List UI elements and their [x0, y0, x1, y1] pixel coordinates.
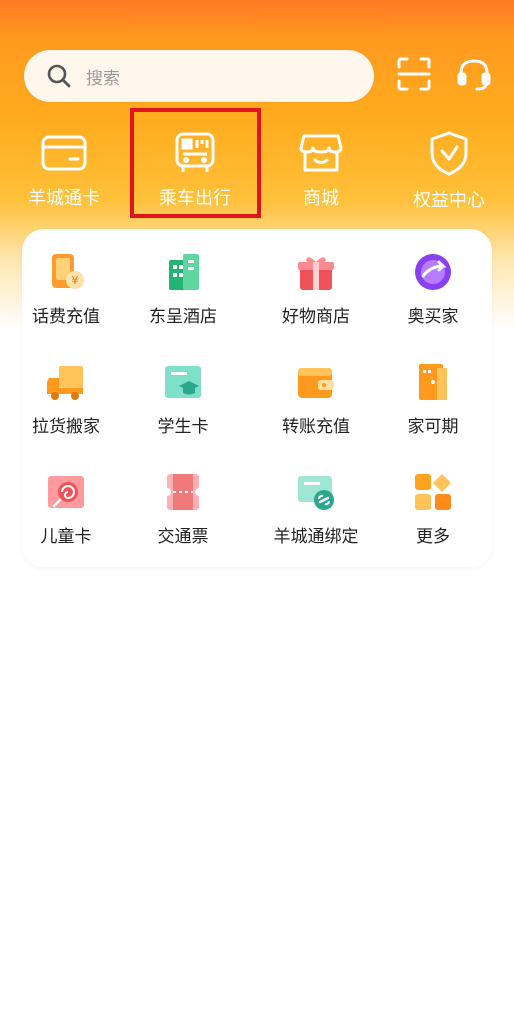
service-label: 转账充值 [282, 417, 350, 437]
service-freight-moving[interactable]: 拉货搬家 [6, 360, 126, 437]
service-label: 学生卡 [157, 417, 209, 437]
quick-nav-yangchengtong-card[interactable]: 羊城通卡 [9, 128, 119, 210]
service-good-store[interactable]: 好物商店 [256, 250, 376, 327]
quick-nav-label: 羊城通卡 [28, 188, 100, 209]
service-aomaijia[interactable]: 奥买家 [373, 250, 493, 327]
quick-nav-label: 权益中心 [413, 190, 485, 211]
highlight-annotation-box [130, 108, 261, 218]
service-more[interactable]: 更多 [373, 470, 493, 547]
service-student-card[interactable]: 学生卡 [123, 360, 243, 437]
service-transit-ticket[interactable]: 交通票 [123, 470, 243, 547]
hotel-icon [161, 250, 205, 294]
service-label: 奥买家 [407, 307, 459, 327]
quick-nav-rights-center[interactable]: 权益中心 [394, 128, 504, 212]
scan-icon[interactable] [392, 52, 436, 96]
service-label: 儿童卡 [40, 527, 92, 547]
service-dongcheng-hotel[interactable]: 东呈酒店 [123, 250, 243, 327]
door-icon [411, 360, 455, 404]
svg-text:¥: ¥ [72, 274, 79, 287]
service-yangchengtong-binding[interactable]: 羊城通绑定 [256, 470, 376, 547]
search-input[interactable]: 搜索 [24, 50, 374, 102]
truck-icon [44, 360, 88, 404]
service-label: 交通票 [157, 527, 209, 547]
lollipop-icon [44, 470, 88, 514]
phone-recharge-icon: ¥ [44, 250, 88, 294]
service-jiakeqi[interactable]: 家可期 [373, 360, 493, 437]
gift-icon [294, 250, 338, 294]
search-icon [47, 64, 71, 88]
quick-nav-label: 商城 [303, 188, 339, 209]
more-grid-icon [411, 470, 455, 514]
shield-check-icon [424, 128, 474, 178]
service-label: 羊城通绑定 [273, 527, 359, 547]
quick-nav-mall[interactable]: 商城 [266, 128, 376, 210]
service-phone-recharge[interactable]: ¥ 话费充值 [6, 250, 126, 327]
service-children-card[interactable]: 儿童卡 [6, 470, 126, 547]
service-label: 拉货搬家 [32, 417, 100, 437]
service-label: 更多 [416, 527, 450, 547]
ticket-icon [161, 470, 205, 514]
store-icon [296, 128, 346, 178]
link-card-icon [294, 470, 338, 514]
wallet-icon [294, 360, 338, 404]
card-icon [39, 128, 89, 178]
service-label: 家可期 [407, 417, 459, 437]
headset-icon[interactable] [452, 52, 496, 96]
service-label: 话费充值 [32, 307, 100, 327]
service-label: 好物商店 [282, 307, 350, 327]
service-label: 东呈酒店 [149, 307, 217, 327]
search-placeholder: 搜索 [86, 68, 120, 89]
aomaijia-logo-icon [411, 250, 455, 294]
services-panel: ¥ 话费充值 东呈酒店 好物商店 奥买家 拉货搬家 学生卡 转账充值 家可期 儿… [22, 229, 492, 567]
service-transfer-recharge[interactable]: 转账充值 [256, 360, 376, 437]
student-card-icon [161, 360, 205, 404]
